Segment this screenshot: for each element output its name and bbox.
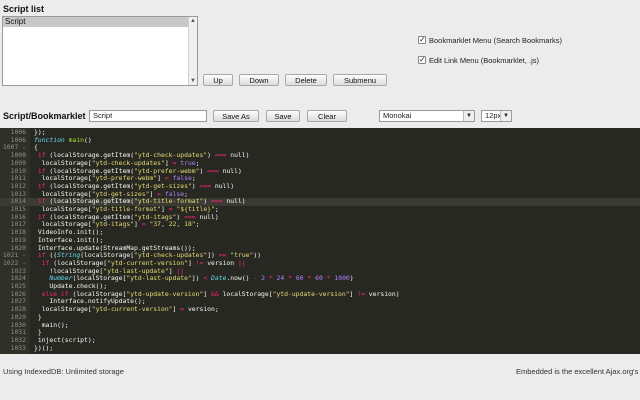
script-name-input[interactable]: Script	[89, 110, 207, 122]
chevron-down-icon: ▼	[500, 111, 511, 121]
scroll-down-arrow-icon[interactable]: ▼	[189, 77, 197, 85]
code-token: null)	[211, 181, 235, 190]
code-token: function	[34, 135, 69, 144]
code-token: ]	[134, 220, 142, 229]
theme-select-value: Monokai	[383, 111, 412, 120]
code-token: "ytd-update-version"	[272, 289, 350, 298]
scroll-up-arrow-icon[interactable]: ▲	[189, 17, 197, 25]
code-token: ()	[84, 135, 92, 144]
code-token: ===	[207, 166, 219, 175]
save-as-button[interactable]: Save As	[213, 110, 259, 122]
code-token: localStorage[	[218, 289, 273, 298]
code-token: ))	[253, 251, 262, 260]
code-token: ===	[214, 151, 227, 160]
checkmark-icon: ✓	[419, 55, 426, 64]
delete-button[interactable]: Delete	[285, 74, 327, 86]
bookmarklet-menu-label: Bookmarklet Menu (Search Bookmarks)	[429, 36, 562, 45]
code-line[interactable]: 1033 })();	[0, 343, 640, 353]
theme-select[interactable]: Monokai ▼	[379, 110, 475, 122]
code-token: 1000	[334, 274, 350, 283]
code-token: version	[203, 258, 238, 267]
code-token: ]	[203, 289, 212, 298]
code-token: null)	[226, 151, 250, 160]
script-list-title: Script list	[3, 4, 45, 14]
submenu-button[interactable]: Submenu	[333, 74, 387, 86]
code-token: version)	[364, 289, 400, 298]
code-token: null)	[218, 166, 242, 175]
code-token: ]	[187, 258, 196, 267]
code-token: .now()	[226, 274, 254, 283]
code-token: 60	[315, 274, 323, 283]
code-token: Date	[211, 274, 227, 283]
code-line[interactable]: 1031 }	[0, 328, 640, 337]
code-token: ])	[191, 274, 204, 283]
code-token: })();	[34, 343, 54, 352]
bookmarklet-menu-checkbox[interactable]: ✓	[418, 35, 426, 44]
code-text: })();	[34, 343, 54, 353]
save-button[interactable]: Save	[266, 110, 300, 122]
code-text: localStorage["ytd-current-version"] = ve…	[34, 305, 219, 314]
code-token: ||	[237, 258, 246, 267]
code-token: )	[349, 274, 354, 283]
code-line[interactable]: 1029 }	[0, 313, 640, 322]
font-size-select[interactable]: 12px ▼	[481, 110, 512, 122]
chevron-down-icon: ▼	[463, 111, 474, 121]
code-token: )	[207, 151, 215, 160]
script-listbox[interactable]: Script ▲ ▼	[2, 16, 198, 86]
line-number: 1033	[10, 343, 26, 352]
code-token: &&	[211, 289, 219, 298]
list-item[interactable]: Script	[3, 17, 197, 27]
code-token: version;	[184, 305, 219, 314]
code-line[interactable]: 1032 inject(script);	[0, 336, 640, 345]
down-button[interactable]: Down	[239, 74, 279, 86]
code-token: !=	[357, 289, 365, 298]
code-text: function main()	[34, 135, 92, 145]
storage-status-text: Using IndexedDB: Unlimited storage	[3, 367, 124, 376]
code-token: "ytd-last-update"	[126, 274, 192, 283]
embedded-credit-text: Embedded is the excellent Ajax.org's	[516, 367, 639, 376]
edit-link-menu-label: Edit Link Menu (Bookmarklet, .js)	[429, 56, 540, 65]
code-token: ===	[199, 181, 212, 190]
code-token: 60	[295, 274, 304, 283]
checkmark-icon: ✓	[419, 35, 426, 44]
code-line[interactable]: 1030 main();	[0, 321, 640, 330]
code-token: "37, 22, 18"	[149, 220, 196, 229]
code-token: "ytd-current-version"	[91, 305, 173, 314]
code-token: null)	[222, 197, 246, 206]
listbox-scrollbar[interactable]: ▲ ▼	[188, 17, 197, 85]
code-editor[interactable]: 1006}); 1006 function main() 1007 -{1008 if…	[0, 128, 640, 354]
up-button[interactable]: Up	[203, 74, 233, 86]
code-line[interactable]: 1028 localStorage["ytd-current-version"]…	[0, 305, 640, 314]
font-size-select-value: 12px	[485, 111, 502, 120]
code-token: ;	[195, 220, 200, 229]
code-line[interactable]: 1006 function main()	[0, 135, 640, 145]
code-token: localStorage[	[34, 305, 92, 314]
clear-button[interactable]: Clear	[307, 110, 347, 122]
editor-section-title: Script/Bookmarklet	[3, 111, 86, 121]
code-token: main	[68, 135, 85, 144]
code-line[interactable]: 1006});	[0, 128, 640, 137]
edit-link-menu-checkbox[interactable]: ✓	[418, 55, 426, 64]
